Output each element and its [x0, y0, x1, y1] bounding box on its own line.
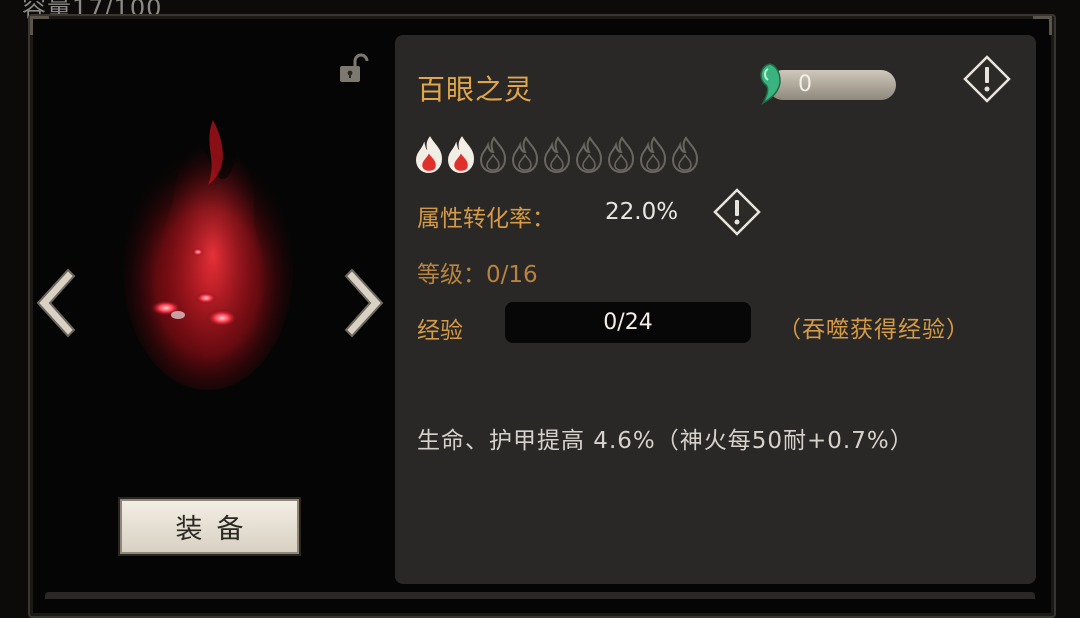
info-diamond-icon[interactable] [713, 188, 761, 236]
conversion-value: 22.0% [605, 199, 679, 225]
soul-gem-icon [760, 63, 781, 105]
info-diamond-icon[interactable] [963, 55, 1011, 103]
currency-bar [768, 70, 896, 100]
exp-progress-bar: 0/24 [505, 302, 751, 343]
star-flames-row [414, 136, 701, 174]
spirit-flame-artwork [123, 120, 293, 390]
devour-exp-link[interactable]: （吞噬获得经验） [778, 310, 970, 344]
flame-icon-empty [479, 136, 507, 174]
frame-corner-ornament [1033, 16, 1052, 35]
currency-value: 0 [798, 72, 812, 97]
frame-corner-ornament [30, 16, 49, 35]
flame-icon-empty [639, 136, 667, 174]
effect-description: 生命、护甲提高 4.6%（神火每50耐+0.7%） [417, 428, 914, 454]
exp-label: 经验 [417, 318, 463, 344]
conversion-label: 属性转化率： [417, 206, 555, 232]
bottom-panel-edge [45, 592, 1035, 599]
flame-icon-empty [607, 136, 635, 174]
flame-icon-lit [447, 136, 475, 174]
exp-value: 0/24 [603, 310, 653, 335]
lock-open-icon[interactable] [336, 52, 370, 86]
flame-icon-lit [415, 136, 443, 174]
item-name: 百眼之灵 [417, 73, 534, 106]
flame-icon-empty [543, 136, 571, 174]
equip-button[interactable]: 装备 [120, 499, 299, 554]
flame-icon-empty [575, 136, 603, 174]
flame-icon-empty [511, 136, 539, 174]
flame-icon-empty [671, 136, 699, 174]
arrow-left-icon[interactable] [30, 266, 80, 340]
arrow-right-icon[interactable] [340, 266, 390, 340]
level-text: 等级：0/16 [417, 262, 538, 288]
